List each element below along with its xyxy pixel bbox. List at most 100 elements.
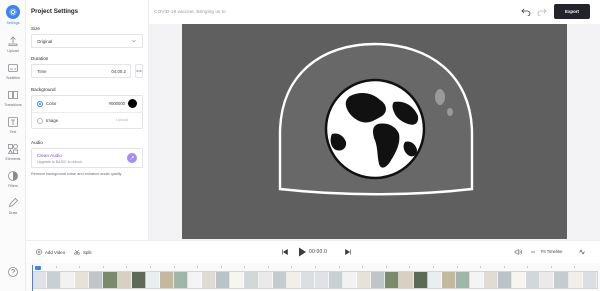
video-track[interactable]	[32, 271, 598, 289]
clip-thumbnail[interactable]	[202, 272, 217, 288]
ruler-tick	[362, 266, 364, 268]
play-icon[interactable]	[296, 246, 308, 258]
rail-item-draw[interactable]: Draw	[0, 197, 26, 215]
size-value: Original	[37, 39, 53, 44]
color-option-label: Color	[46, 101, 57, 106]
clip-thumbnail[interactable]	[582, 272, 597, 288]
ruler-tick	[173, 266, 175, 268]
rail-label-draw: Draw	[8, 211, 18, 215]
rail-item-elements[interactable]: Elements	[0, 143, 26, 161]
ruler-tick	[574, 266, 576, 268]
playhead[interactable]	[32, 265, 41, 291]
clip-thumbnail[interactable]	[75, 272, 90, 288]
clip-thumbnail[interactable]	[300, 272, 315, 288]
skip-forward-icon[interactable]	[344, 248, 352, 256]
clip-thumbnail[interactable]	[131, 272, 146, 288]
undo-icon[interactable]	[521, 6, 531, 16]
video-canvas[interactable]	[182, 24, 567, 239]
clip-thumbnail[interactable]	[512, 272, 527, 288]
rail-item-upload[interactable]: Upload	[0, 35, 26, 53]
volume-icon[interactable]	[514, 248, 522, 256]
duration-fit-button[interactable]	[135, 64, 143, 78]
clip-thumbnail[interactable]	[244, 272, 259, 288]
clip-thumbnail[interactable]	[188, 272, 203, 288]
project-title[interactable]: COVID-19 vaccine, Bringing us to	[154, 10, 226, 15]
clip-thumbnail[interactable]	[455, 272, 470, 288]
clip-thumbnail[interactable]	[314, 272, 329, 288]
ruler-tick	[102, 266, 104, 268]
clip-thumbnail[interactable]	[173, 272, 189, 288]
clip-thumbnail[interactable]	[33, 272, 48, 288]
color-radio[interactable]	[37, 101, 43, 107]
editor-stage	[149, 24, 600, 240]
rail-item-text[interactable]: Text	[0, 116, 26, 134]
waveform-icon[interactable]	[578, 248, 586, 256]
ruler-tick	[291, 266, 293, 268]
clip-thumbnail[interactable]	[371, 272, 386, 288]
color-swatch[interactable]	[128, 99, 137, 108]
transitions-icon	[8, 91, 18, 99]
clip-thumbnail[interactable]	[399, 272, 414, 288]
clip-thumbnail[interactable]	[103, 272, 118, 288]
clip-thumbnail[interactable]	[343, 272, 358, 288]
clip-thumbnail[interactable]	[328, 272, 344, 288]
clip-thumbnail[interactable]	[258, 272, 273, 288]
clip-thumbnail[interactable]	[498, 272, 513, 288]
size-select[interactable]: Original	[31, 34, 143, 48]
split-button[interactable]: Split	[74, 249, 92, 255]
clip-thumbnail[interactable]	[89, 272, 104, 288]
redo-icon[interactable]	[537, 6, 547, 16]
help-button[interactable]	[0, 266, 26, 278]
add-video-button[interactable]: Add Video	[36, 249, 65, 255]
plus-circle-icon	[36, 249, 42, 255]
clean-audio-card[interactable]: Clean Audio Upgrade to BASIC to unlock	[31, 148, 143, 168]
color-hex-value[interactable]: #000000	[109, 101, 125, 106]
clip-thumbnail[interactable]	[540, 272, 555, 288]
clip-thumbnail[interactable]	[427, 272, 442, 288]
duration-label: Duration	[31, 56, 49, 61]
clip-thumbnail[interactable]	[357, 272, 372, 288]
clip-thumbnail[interactable]	[216, 272, 231, 288]
clip-thumbnail[interactable]	[159, 272, 174, 288]
clip-thumbnail[interactable]	[385, 272, 400, 288]
rail-item-subtitles[interactable]: Subtitles	[0, 62, 26, 80]
fit-timeline-button[interactable]: Fit Timeline	[541, 249, 562, 254]
ruler-tick	[220, 266, 222, 268]
clip-thumbnail[interactable]	[47, 272, 62, 288]
image-radio[interactable]	[37, 118, 43, 124]
clean-audio-subtitle: Upgrade to BASIC to unlock	[37, 160, 82, 164]
clip-thumbnail[interactable]	[413, 272, 428, 288]
rail-item-filters[interactable]: Filters	[0, 170, 26, 188]
image-upload-link[interactable]: Upload	[116, 118, 128, 122]
export-button[interactable]: Export	[554, 4, 590, 19]
clip-thumbnail[interactable]	[286, 272, 301, 288]
timeline[interactable]	[26, 263, 600, 291]
zoom-out-icon[interactable]	[529, 248, 537, 256]
text-icon	[8, 117, 18, 127]
clip-thumbnail[interactable]	[469, 272, 484, 288]
expand-icon	[136, 69, 142, 73]
chevron-down-icon	[132, 39, 136, 43]
clip-thumbnail[interactable]	[61, 272, 76, 288]
ruler-tick	[338, 266, 340, 268]
top-bar: COVID-19 vaccine, Bringing us to Export	[149, 0, 600, 24]
clip-thumbnail[interactable]	[554, 272, 569, 288]
duration-field[interactable]: Time 04:00.2	[31, 64, 131, 78]
skip-back-icon[interactable]	[281, 248, 289, 256]
clip-thumbnail[interactable]	[145, 272, 160, 288]
ruler-tick	[527, 266, 529, 268]
rail-item-transitions[interactable]: Transitions	[0, 89, 26, 107]
rail-label-upload: Upload	[7, 49, 19, 53]
rail-item-settings[interactable]: Settings	[0, 5, 26, 25]
clip-thumbnail[interactable]	[230, 272, 245, 288]
clip-thumbnail[interactable]	[484, 272, 499, 288]
clip-thumbnail[interactable]	[117, 272, 132, 288]
clip-thumbnail[interactable]	[526, 272, 541, 288]
timeline-ruler[interactable]	[26, 263, 600, 270]
clip-thumbnail[interactable]	[568, 272, 583, 288]
background-image-option[interactable]: Image Upload	[32, 113, 142, 129]
clip-thumbnail[interactable]	[441, 272, 456, 288]
background-color-option[interactable]: Color #000000	[32, 96, 142, 113]
clip-thumbnail[interactable]	[272, 272, 287, 288]
playhead-handle[interactable]	[35, 266, 41, 270]
